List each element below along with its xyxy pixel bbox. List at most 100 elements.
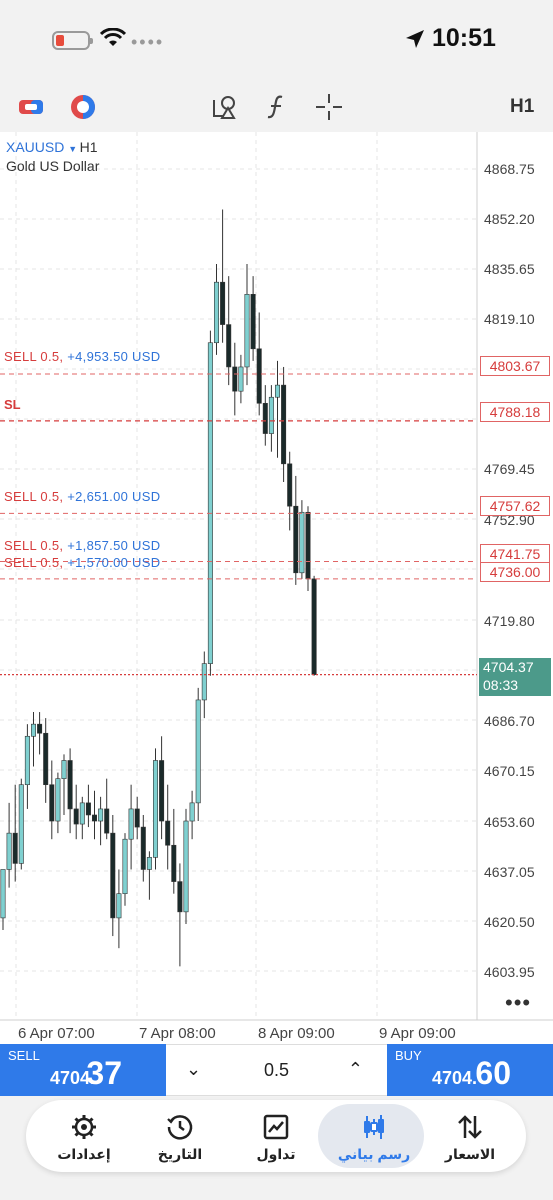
tab-settings[interactable]: إعدادات bbox=[34, 1100, 134, 1172]
candle-body bbox=[140, 826, 146, 870]
candle-body bbox=[183, 820, 189, 913]
price-tick: 4868.75 bbox=[484, 161, 535, 177]
symbol-description: Gold US Dollar bbox=[6, 158, 100, 174]
timeframe-button[interactable]: H1 bbox=[510, 96, 534, 118]
price-tick: 4670.15 bbox=[484, 763, 535, 779]
position-price-tag: 4757.62 bbox=[480, 496, 550, 516]
price-tick: 4835.65 bbox=[484, 261, 535, 277]
candle-body bbox=[146, 857, 152, 870]
gear-icon bbox=[72, 1115, 96, 1139]
candle-body bbox=[24, 735, 30, 786]
tab-bar: إعدادات التاريخ تداول رسم بياني الاسعار bbox=[26, 1100, 526, 1172]
candle-body bbox=[128, 808, 134, 840]
buy-price-main: 4704. bbox=[431, 1068, 477, 1088]
function-icon[interactable] bbox=[262, 92, 292, 122]
more-icon[interactable]: ••• bbox=[505, 990, 531, 1016]
trade-mode-icon[interactable] bbox=[16, 92, 46, 122]
quotes-icon bbox=[458, 1115, 482, 1139]
crosshair-icon[interactable] bbox=[314, 92, 344, 122]
candle-body bbox=[311, 578, 317, 675]
candle-body bbox=[37, 723, 43, 734]
status-bar: •••• 10:51 bbox=[0, 0, 553, 80]
one-click-trade-bar: SELL 4704. 37 ⌄ 0.5 ⌃ BUY 4704. 60 bbox=[0, 1044, 553, 1096]
price-tick: 4852.20 bbox=[484, 211, 535, 227]
candle-body bbox=[61, 760, 67, 779]
chevron-down-icon: ▼ bbox=[68, 144, 80, 154]
price-tick: 4637.05 bbox=[484, 864, 535, 880]
candle-body bbox=[281, 384, 287, 465]
candle-body bbox=[201, 663, 207, 701]
current-price-tag: 4704.37 08:33 bbox=[479, 658, 551, 696]
candle-body bbox=[12, 832, 18, 864]
candle-body bbox=[49, 784, 55, 822]
candle-body bbox=[98, 808, 104, 822]
price-tick: 4819.10 bbox=[484, 311, 535, 327]
tab-label: تداول bbox=[256, 1146, 296, 1162]
tab-history[interactable]: التاريخ bbox=[130, 1100, 230, 1172]
candle-body bbox=[18, 784, 24, 864]
objects-icon[interactable] bbox=[210, 92, 240, 122]
chart-icon bbox=[364, 1115, 384, 1139]
battery-icon bbox=[52, 31, 93, 50]
position-label[interactable]: SELL 0.5, +2,651.00 USD bbox=[4, 489, 160, 504]
candle-body bbox=[177, 881, 183, 913]
tab-chart[interactable]: رسم بياني bbox=[318, 1100, 424, 1172]
candle-body bbox=[6, 832, 12, 870]
stop-loss-label[interactable]: SL bbox=[4, 397, 21, 412]
position-label[interactable]: SELL 0.5, +1,570.00 USD bbox=[4, 555, 160, 570]
candle-body bbox=[134, 808, 140, 828]
candle-body bbox=[256, 348, 262, 404]
chart-toolbar: H1 bbox=[0, 80, 553, 132]
trade-icon bbox=[263, 1114, 289, 1140]
price-tick: 4769.45 bbox=[484, 461, 535, 477]
candle-body bbox=[153, 760, 159, 858]
wifi-icon bbox=[100, 28, 126, 46]
candle-body bbox=[67, 760, 73, 810]
candle-body bbox=[299, 511, 305, 574]
history-icon bbox=[167, 1115, 193, 1140]
sell-caption: SELL bbox=[8, 1048, 40, 1063]
indicator-toggle-icon[interactable] bbox=[68, 92, 98, 122]
candle-body bbox=[122, 838, 128, 894]
candle-body bbox=[293, 505, 299, 574]
tab-quotes[interactable]: الاسعار bbox=[420, 1100, 520, 1172]
candle-body bbox=[165, 820, 171, 846]
candlestick-chart[interactable] bbox=[0, 132, 553, 1042]
sell-button[interactable]: SELL 4704. 37 bbox=[0, 1044, 166, 1096]
location-icon bbox=[406, 30, 424, 48]
candle-body bbox=[85, 802, 91, 816]
candle-body bbox=[287, 463, 293, 507]
candle-body bbox=[226, 324, 232, 368]
chart-area[interactable]: XAUUSD ▼ H1 Gold US Dollar SELL 0.5, +4,… bbox=[0, 132, 553, 1042]
status-time: 10:51 bbox=[432, 24, 496, 52]
tab-trade[interactable]: تداول bbox=[226, 1100, 326, 1172]
candle-body bbox=[73, 808, 79, 825]
candle-body bbox=[79, 802, 85, 825]
chevron-up-icon[interactable]: ⌃ bbox=[348, 1059, 363, 1080]
date-tick: 6 Apr 07:00 bbox=[18, 1025, 95, 1042]
candle-body bbox=[214, 281, 220, 344]
candle-body bbox=[220, 281, 226, 325]
candle-body bbox=[159, 760, 165, 822]
candle-body bbox=[244, 294, 250, 368]
position-label[interactable]: SELL 0.5, +1,857.50 USD bbox=[4, 538, 160, 553]
price-tick: 4686.70 bbox=[484, 713, 535, 729]
date-tick: 7 Apr 08:00 bbox=[139, 1025, 216, 1042]
buy-button[interactable]: BUY 4704. 60 bbox=[387, 1044, 553, 1096]
tab-label: رسم بياني bbox=[337, 1146, 411, 1162]
position-price-tag: 4736.00 bbox=[480, 562, 550, 582]
candle-body bbox=[238, 366, 244, 392]
candle-body bbox=[116, 893, 122, 919]
symbol-timeframe: H1 bbox=[79, 139, 98, 155]
candle-body bbox=[43, 732, 49, 786]
candle-body bbox=[55, 778, 61, 822]
candle-body bbox=[305, 511, 311, 580]
candle-body bbox=[250, 294, 256, 350]
candle-body bbox=[110, 832, 116, 919]
price-tick: 4603.95 bbox=[484, 964, 535, 980]
tab-label: إعدادات bbox=[57, 1146, 111, 1162]
position-label[interactable]: SELL 0.5, +4,953.50 USD bbox=[4, 349, 160, 364]
bar-countdown: 08:33 bbox=[483, 677, 519, 693]
bottom-navigation: إعدادات التاريخ تداول رسم بياني الاسعار bbox=[0, 1096, 553, 1200]
symbol-selector[interactable]: XAUUSD ▼ H1 bbox=[6, 139, 98, 155]
